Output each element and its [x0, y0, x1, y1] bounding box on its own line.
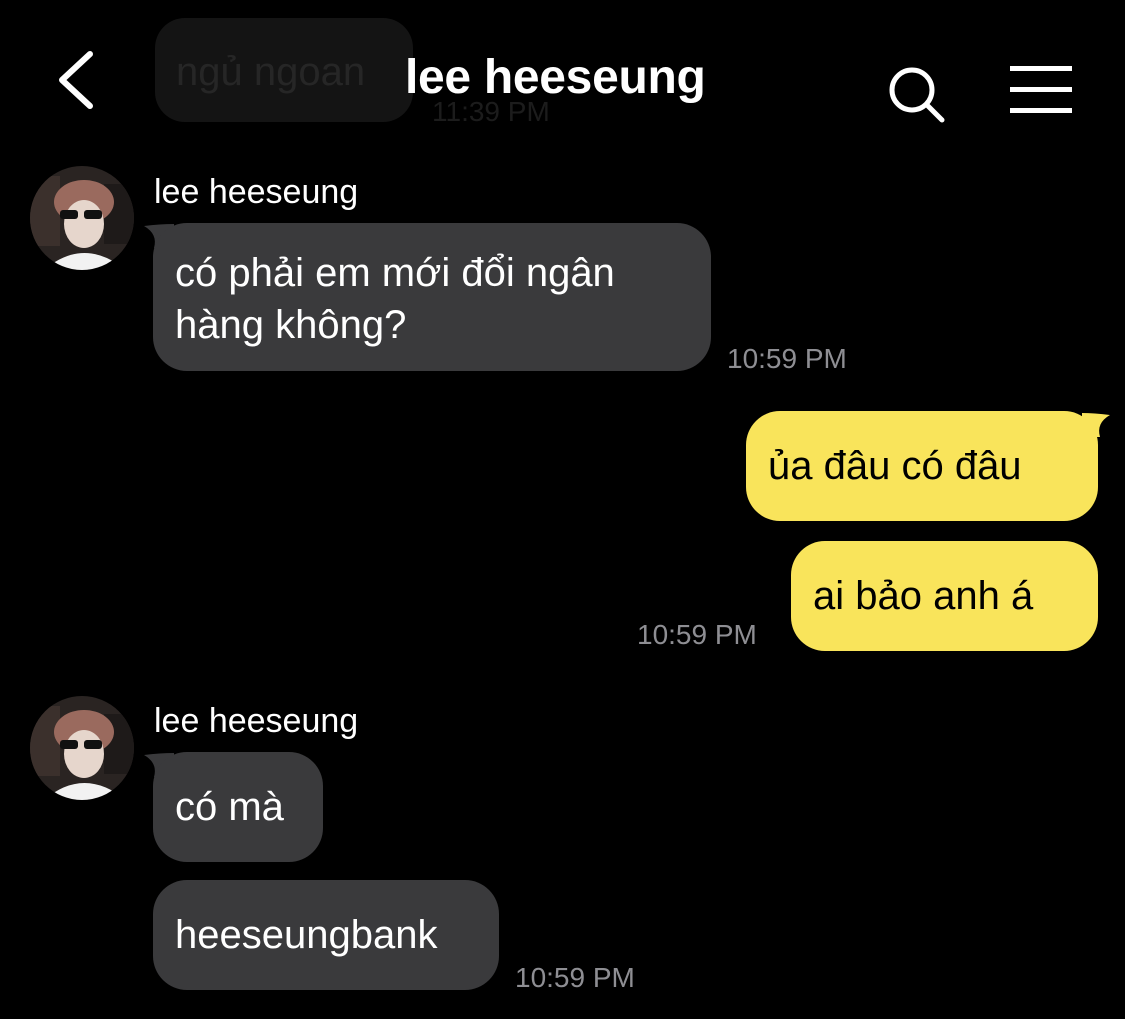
avatar-photo	[30, 696, 134, 800]
search-icon	[889, 67, 945, 123]
avatar-photo	[30, 166, 134, 270]
menu-button[interactable]	[1006, 62, 1076, 118]
back-button[interactable]	[52, 48, 104, 112]
sender-avatar[interactable]	[30, 696, 134, 800]
sender-name: lee heeseung	[154, 173, 359, 211]
chat-title: lee heeseung	[405, 51, 706, 104]
hamburger-menu-icon	[1010, 66, 1072, 113]
message-timestamp: 10:59 PM	[515, 962, 635, 993]
previous-message-text: ngủ ngoan	[176, 50, 366, 94]
outgoing-message-bubble[interactable]: ai bảo anh á	[791, 541, 1098, 651]
sender-name: lee heeseung	[154, 702, 359, 740]
incoming-message-bubble[interactable]: heeseungbank	[153, 880, 499, 990]
incoming-message-bubble[interactable]: có phải em mới đổi ngân hàng không?	[153, 223, 711, 371]
message-timestamp: 10:59 PM	[637, 619, 757, 650]
chevron-left-icon	[59, 51, 93, 109]
outgoing-message-bubble[interactable]: ủa đâu có đâu	[746, 411, 1098, 521]
message-timestamp: 10:59 PM	[727, 343, 847, 374]
search-button[interactable]	[884, 62, 948, 126]
incoming-message-bubble[interactable]: có mà	[153, 752, 323, 862]
sender-avatar[interactable]	[30, 166, 134, 270]
